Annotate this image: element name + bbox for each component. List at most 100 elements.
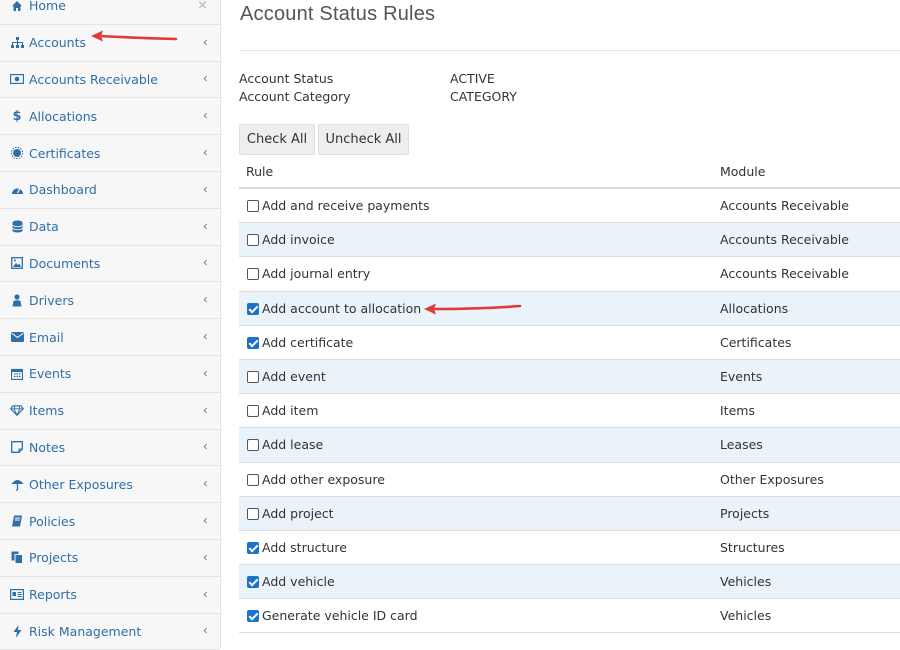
module-label: Accounts Receivable [720,198,849,213]
page-title: Account Status Rules [240,3,436,25]
rule-label: Add journal entry [262,266,371,282]
sidebar-item-label: Email [29,329,64,345]
sidebar-item-events[interactable]: Events ‹ [0,356,220,393]
table-row: Add certificate Certificates [239,326,900,360]
rule-label: Add lease [262,437,324,453]
rule-label: Add and receive payments [262,198,430,213]
sidebar-item-home[interactable]: Home ✕ [0,0,220,25]
sidebar-item-label: Allocations [29,108,98,124]
sidebar-item-certificates[interactable]: Certificates ‹ [0,135,220,172]
sidebar-item-label: Events [29,366,72,382]
sitemap-icon [10,36,24,50]
sidebar-item-allocations[interactable]: $ Allocations ‹ [0,98,220,136]
note-icon [10,440,24,454]
table-row: Add vehicle Vehicles [239,565,900,600]
dollar-icon: $ [12,108,22,124]
chevron-left-icon: ‹ [202,329,208,345]
module-label: Other Exposures [720,471,824,487]
sidebar-item-risk-management[interactable]: Risk Management ‹ [0,614,220,650]
sidebar-item-label: Other Exposures [29,476,133,492]
chevron-left-icon: ‹ [202,219,208,235]
rule-label: Add certificate [262,334,354,350]
account-category-value: CATEGORY [450,89,517,104]
account-status-label: Account Status [239,71,334,86]
sidebar-item-dashboard[interactable]: Dashboard ‹ [0,172,220,209]
chevron-left-icon: ‹ [202,513,208,529]
table-row: Add item Items [239,394,900,429]
table-header: Rule Module [239,155,900,189]
rule-checkbox[interactable] [247,200,259,212]
sidebar-item-label: Items [29,403,64,419]
rule-checkbox[interactable] [247,370,259,383]
umbrella-icon [10,477,24,491]
chevron-left-icon: ‹ [202,292,208,308]
module-label: Certificates [720,334,792,350]
document-icon [10,256,24,270]
rule-label: Add structure [262,539,347,555]
sidebar-item-projects[interactable]: Projects ‹ [0,540,220,577]
table-row: Add event Events [239,359,900,395]
uncheck-all-button[interactable]: Uncheck All [318,124,409,155]
module-label: Events [720,368,763,384]
sidebar-item-notes[interactable]: Notes ‹ [0,430,220,467]
module-label: Allocations [720,300,789,316]
chevron-left-icon: ‹ [202,255,208,271]
check-all-button[interactable]: Check All [239,124,315,155]
column-header-rule: Rule [246,164,274,179]
rule-checkbox[interactable] [247,439,259,452]
sidebar-item-data[interactable]: Data ‹ [0,209,220,246]
report-icon [10,588,24,602]
table-row: Add lease Leases [239,428,900,463]
rule-checkbox[interactable] [247,507,259,520]
sidebar-item-label: Dashboard [29,182,97,198]
sidebar-item-accounts[interactable]: Accounts ‹ [0,25,220,62]
rule-checkbox[interactable] [247,302,259,315]
chevron-left-icon: ‹ [202,366,208,382]
chevron-left-icon: ‹ [202,623,208,639]
sidebar-item-drivers[interactable]: Drivers ‹ [0,282,220,320]
table-body: Add and receive payments Accounts Receiva… [239,189,900,634]
module-label: Accounts Receivable [720,266,849,282]
table-row: Add other exposure Other Exposures [239,463,900,497]
chevron-left-icon: ‹ [202,35,208,51]
sidebar-item-label: Documents [29,255,101,271]
account-category-label: Account Category [239,89,351,104]
dashboard-icon [10,183,24,197]
rule-label: Add other exposure [262,471,385,487]
sidebar-item-label: Policies [29,513,76,529]
rule-label: Add account to allocation [262,300,422,316]
sidebar-item-other-exposures[interactable]: Other Exposures ‹ [0,466,220,504]
module-label: Accounts Receivable [720,232,849,248]
rule-checkbox[interactable] [247,268,259,281]
sidebar-item-items[interactable]: Items ‹ [0,393,220,430]
rule-checkbox[interactable] [247,405,259,418]
chevron-left-icon: ‹ [202,476,208,492]
rule-checkbox[interactable] [247,610,259,623]
chevron-left-icon: ‹ [202,145,208,161]
close-icon[interactable]: ✕ [197,0,208,13]
money-icon [10,72,24,86]
rule-checkbox[interactable] [247,541,259,554]
chevron-left-icon: ‹ [202,403,208,419]
account-status-value: ACTIVE [450,71,495,86]
sidebar-item-policies[interactable]: Policies ‹ [0,503,220,540]
sidebar-item-reports[interactable]: Reports ‹ [0,577,220,614]
table-row: Add project Projects [239,496,900,531]
rule-checkbox[interactable] [247,576,259,589]
rule-checkbox[interactable] [247,336,259,349]
main-content: Account Status Rules Account Status ACTI… [221,0,900,649]
table-row: Add journal entry Accounts Receivable [239,257,900,292]
sidebar-item-documents[interactable]: Documents ‹ [0,246,220,283]
title-divider [239,50,900,51]
book-icon [10,514,24,528]
sidebar-item-label: Accounts Receivable [29,71,158,87]
rule-label: Generate vehicle ID card [262,608,418,624]
table-row: Generate vehicle ID card Vehicles [239,599,900,634]
sidebar-item-email[interactable]: Email ‹ [0,319,220,356]
sidebar-item-accounts-receivable[interactable]: Accounts Receivable ‹ [0,62,220,99]
column-header-module: Module [720,164,766,179]
calendar-icon [10,367,24,381]
rule-checkbox[interactable] [247,473,259,486]
sidebar-item-label: Reports [29,587,77,603]
rule-checkbox[interactable] [247,234,259,247]
